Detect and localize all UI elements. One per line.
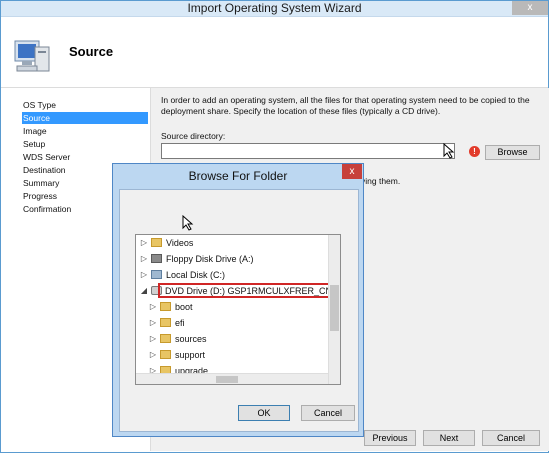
source-directory-input[interactable] [161, 143, 455, 159]
cancel-button[interactable]: Cancel [482, 430, 540, 446]
folder-icon [160, 302, 171, 311]
expand-arrow-icon[interactable]: ▷ [140, 267, 148, 283]
nav-item-setup[interactable]: Setup [23, 138, 45, 150]
tree-item-label: Floppy Disk Drive (A:) [166, 254, 254, 264]
wizard-header: Source [1, 17, 548, 88]
nav-item-source[interactable]: Source [22, 112, 148, 124]
previous-button[interactable]: Previous [364, 430, 416, 446]
floppy-icon [151, 254, 162, 263]
next-button[interactable]: Next [423, 430, 475, 446]
nav-item-progress[interactable]: Progress [23, 190, 57, 202]
cursor-icon [443, 142, 455, 159]
dialog-body: ▷ Videos ▷ Floppy Disk Drive (A:) ▷ Loca… [119, 189, 359, 432]
cursor-icon [182, 214, 194, 231]
folder-icon [160, 350, 171, 359]
expand-arrow-icon[interactable]: ▷ [149, 347, 157, 363]
scrollbar-thumb[interactable] [216, 376, 238, 383]
tree-item-floppy[interactable]: ▷ Floppy Disk Drive (A:) [136, 251, 340, 267]
tree-item-support[interactable]: ▷ support [136, 347, 340, 363]
nav-item-wds-server[interactable]: WDS Server [23, 151, 70, 163]
disk-icon [151, 270, 162, 279]
tree-item-label: Videos [166, 238, 194, 248]
window-title: Import Operating System Wizard [1, 1, 548, 17]
nav-item-confirmation[interactable]: Confirmation [23, 203, 71, 215]
dialog-close-button[interactable]: x [342, 164, 362, 179]
vertical-scrollbar[interactable] [328, 235, 340, 384]
nav-item-destination[interactable]: Destination [23, 164, 66, 176]
folder-icon [160, 334, 171, 343]
folder-icon [160, 318, 171, 327]
expand-arrow-icon[interactable]: ▷ [149, 331, 157, 347]
collapse-arrow-icon[interactable]: ◢ [140, 283, 148, 299]
copy-files-text: ying them. [361, 176, 401, 186]
dialog-cancel-button[interactable]: Cancel [301, 405, 355, 421]
selection-highlight-box [158, 283, 336, 298]
error-icon: ! [469, 146, 480, 157]
expand-arrow-icon[interactable]: ▷ [140, 251, 148, 267]
tree-item-efi[interactable]: ▷ efi [136, 315, 340, 331]
instructions-text: In order to add an operating system, all… [161, 95, 530, 116]
ok-button[interactable]: OK [238, 405, 290, 421]
tree-item-boot[interactable]: ▷ boot [136, 299, 340, 315]
tree-item-label: boot [175, 302, 193, 312]
tree-item-label: efi [175, 318, 185, 328]
folder-icon [151, 238, 162, 247]
tree-item-label: Local Disk (C:) [166, 270, 226, 280]
nav-item-summary[interactable]: Summary [23, 177, 59, 189]
browse-folder-dialog: Browse For Folder x ▷ Videos ▷ Floppy Di… [112, 163, 364, 437]
nav-item-os-type[interactable]: OS Type [23, 99, 56, 111]
computer-icon [13, 35, 53, 75]
tree-item-videos[interactable]: ▷ Videos [136, 235, 340, 251]
tree-item-label: support [175, 350, 206, 360]
dialog-title: Browse For Folder [188, 169, 288, 183]
expand-arrow-icon[interactable]: ▷ [140, 235, 148, 251]
tree-item-local-disk[interactable]: ▷ Local Disk (C:) [136, 267, 340, 283]
close-button[interactable]: x [512, 1, 548, 15]
tree-item-label: sources [175, 334, 207, 344]
scrollbar-thumb[interactable] [330, 285, 339, 331]
browse-button[interactable]: Browse [485, 145, 540, 160]
tree-item-sources[interactable]: ▷ sources [136, 331, 340, 347]
expand-arrow-icon[interactable]: ▷ [149, 299, 157, 315]
folder-tree[interactable]: ▷ Videos ▷ Floppy Disk Drive (A:) ▷ Loca… [135, 234, 341, 385]
expand-arrow-icon[interactable]: ▷ [149, 315, 157, 331]
nav-item-image[interactable]: Image [23, 125, 47, 137]
source-directory-label: Source directory: [161, 131, 226, 141]
horizontal-scrollbar[interactable] [136, 373, 328, 384]
page-title: Source [69, 44, 114, 59]
